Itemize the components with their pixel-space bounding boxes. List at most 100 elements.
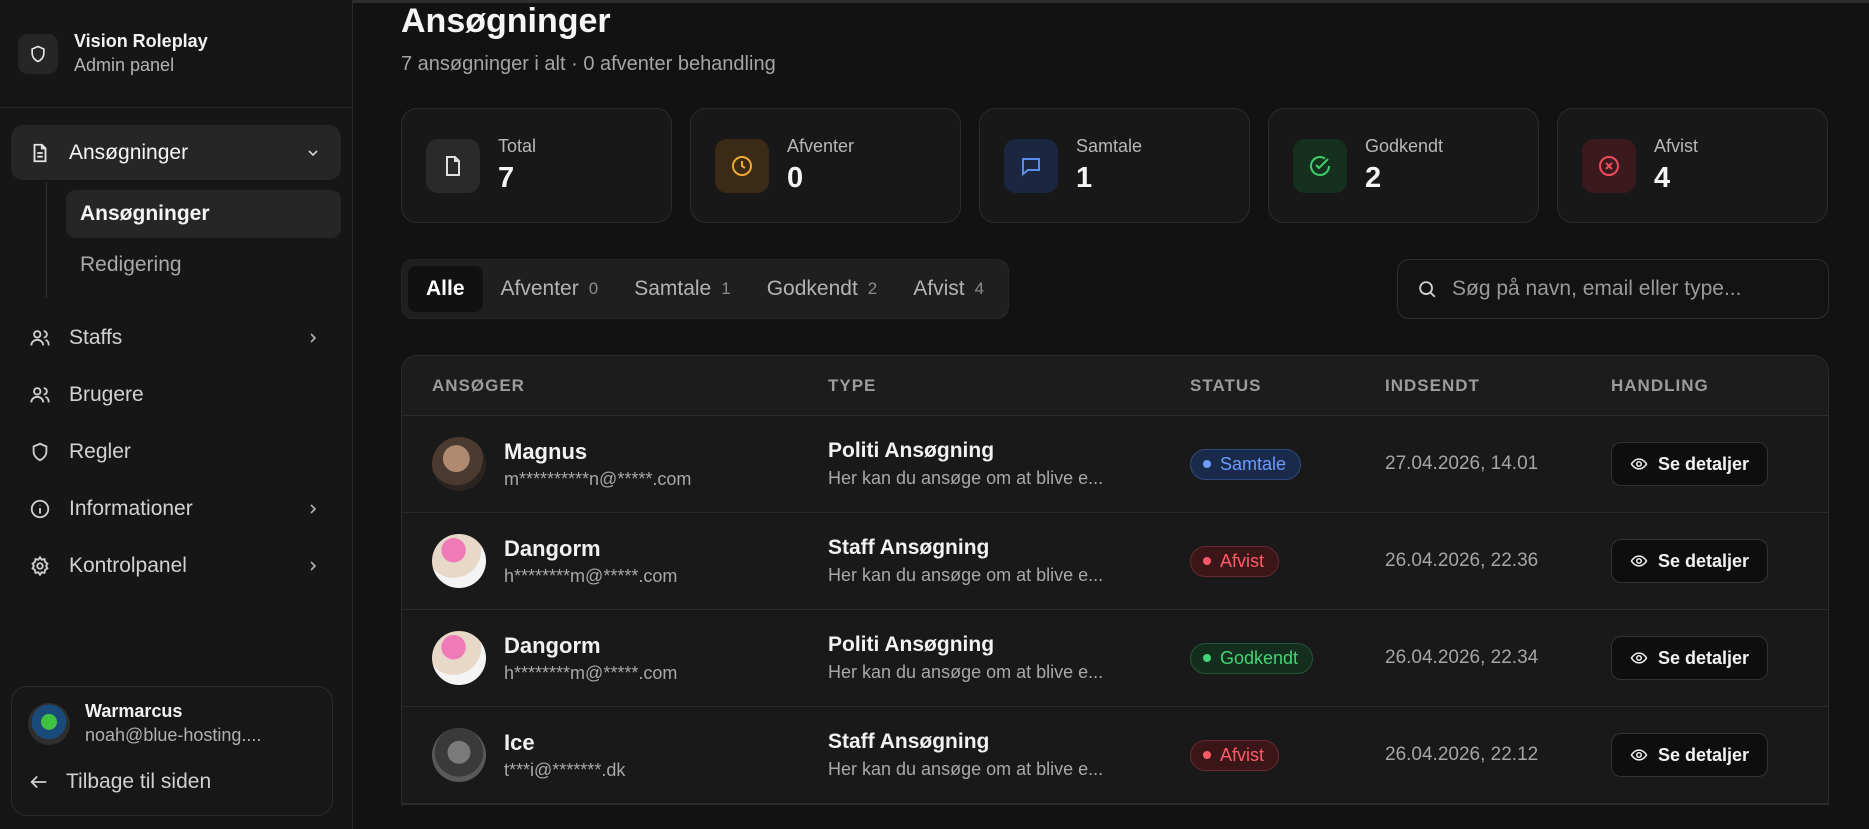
- status-badge: Afvist: [1190, 739, 1280, 771]
- applicant-cell: Dangorm h********m@*****.com: [402, 534, 828, 588]
- chevron-right-icon: [305, 557, 323, 575]
- user-info[interactable]: Warmarcus noah@blue-hosting....: [28, 701, 316, 746]
- status-dot: [1203, 460, 1211, 468]
- status-dot: [1203, 654, 1211, 662]
- tab-samtale[interactable]: Samtale 1: [616, 266, 749, 312]
- view-details-button[interactable]: Se detaljer: [1611, 636, 1769, 680]
- status-badge: Afvist: [1190, 545, 1280, 577]
- applicant-name: Dangorm: [504, 535, 601, 561]
- search-icon: [1416, 278, 1438, 300]
- sidebar-subitem-redigering[interactable]: Redigering: [66, 241, 341, 289]
- submitted-date: 26.04.2026, 22.34: [1385, 647, 1539, 668]
- application-type: Politi Ansøgning: [828, 439, 995, 462]
- sidebar-subitem-ansogninger[interactable]: Ansøgninger: [66, 190, 341, 238]
- search-box: [1397, 259, 1829, 319]
- sidebar-item-staffs[interactable]: Staffs: [11, 310, 341, 365]
- stat-value: 1: [1076, 162, 1093, 194]
- column-header-type: TYPE: [828, 375, 877, 395]
- user-email: noah@blue-hosting....: [85, 725, 262, 745]
- avatar: [28, 702, 70, 745]
- applicant-name: Dangorm: [504, 632, 601, 658]
- status-dot: [1203, 751, 1211, 759]
- chevron-right-icon: [305, 329, 323, 347]
- sidebar-item-regler[interactable]: Regler: [11, 424, 341, 479]
- stat-card-afventer: Afventer 0: [690, 108, 961, 223]
- user-card: Warmarcus noah@blue-hosting.... Tilbage …: [11, 686, 333, 816]
- application-description: Her kan du ansøge om at blive e...: [828, 759, 1104, 779]
- view-details-label: Se detaljer: [1658, 550, 1750, 571]
- tab-label: Afvist: [913, 277, 965, 300]
- stat-label: Godkendt: [1365, 136, 1444, 156]
- search-input[interactable]: [1452, 277, 1810, 301]
- tab-count: 2: [867, 279, 878, 298]
- tab-godkendt[interactable]: Godkendt 2: [749, 266, 896, 312]
- action-cell: Se detaljer: [1611, 636, 1828, 680]
- submitted-date: 27.04.2026, 14.01: [1385, 453, 1539, 474]
- status-cell: Afvist: [1190, 739, 1385, 771]
- view-details-label: Se detaljer: [1658, 453, 1750, 474]
- action-cell: Se detaljer: [1611, 733, 1828, 777]
- tab-count: 4: [974, 279, 985, 298]
- status-dot: [1203, 557, 1211, 565]
- sidebar-item-label: Staffs: [69, 325, 123, 349]
- view-details-button[interactable]: Se detaljer: [1611, 539, 1769, 583]
- table-row: Ice t***i@*******.dk Staff Ansøgning Her…: [402, 707, 1828, 804]
- tab-alle[interactable]: Alle: [408, 266, 483, 312]
- chevron-down-icon: [305, 144, 323, 162]
- applicant-cell: Magnus m**********n@*****.com: [402, 437, 828, 491]
- view-details-button[interactable]: Se detaljer: [1611, 442, 1769, 486]
- applicant-cell: Ice t***i@*******.dk: [402, 728, 828, 782]
- brand-name: Vision Roleplay: [74, 31, 208, 51]
- applications-table: ANSØGER TYPE STATUS INDSENDT HANDLING Ma…: [401, 355, 1829, 805]
- sidebar-item-label: Kontrolpanel: [69, 553, 187, 577]
- sidebar-item-ansogninger[interactable]: Ansøgninger: [11, 125, 341, 180]
- status-cell: Godkendt: [1190, 642, 1385, 674]
- stat-card-samtale: Samtale 1: [979, 108, 1250, 223]
- column-header-indsendt: INDSENDT: [1385, 375, 1480, 395]
- view-details-button[interactable]: Se detaljer: [1611, 733, 1769, 777]
- top-divider: [353, 0, 1869, 3]
- stat-label: Afventer: [787, 136, 855, 156]
- brand-subtitle: Admin panel: [74, 55, 175, 75]
- tab-label: Godkendt: [766, 277, 858, 300]
- sidebar-item-informationer[interactable]: Informationer: [11, 481, 341, 536]
- action-cell: Se detaljer: [1611, 539, 1828, 583]
- info-icon: [29, 497, 53, 521]
- stat-card-afvist: Afvist 4: [1557, 108, 1828, 223]
- sidebar-item-kontrolpanel[interactable]: Kontrolpanel: [11, 538, 341, 593]
- status-badge: Samtale: [1190, 448, 1302, 480]
- tab-afventer[interactable]: Afventer 0: [483, 266, 617, 312]
- type-cell: Staff Ansøgning Her kan du ansøge om at …: [828, 536, 1190, 586]
- tab-afvist[interactable]: Afvist 4: [895, 266, 1002, 312]
- user-name: Warmarcus: [85, 701, 183, 721]
- arrow-left-icon: [28, 771, 50, 793]
- clock-icon: [715, 138, 769, 193]
- sidebar: Vision Roleplay Admin panel Ansøgninger …: [0, 0, 353, 829]
- type-cell: Politi Ansøgning Her kan du ansøge om at…: [828, 633, 1190, 683]
- tab-label: Alle: [426, 277, 465, 300]
- filter-row: Alle Afventer 0 Samtale 1 Godkendt 2 Afv…: [401, 259, 1829, 319]
- file-icon: [426, 138, 480, 193]
- sidebar-nav: Ansøgninger Ansøgninger Redigering Staff…: [0, 108, 352, 593]
- application-description: Her kan du ansøge om at blive e...: [828, 565, 1104, 585]
- applicant-email: h********m@*****.com: [504, 662, 678, 683]
- table-row: Dangorm h********m@*****.com Staff Ansøg…: [402, 513, 1828, 610]
- applicant-cell: Dangorm h********m@*****.com: [402, 631, 828, 685]
- sidebar-item-label: Regler: [69, 439, 131, 463]
- table-row: Magnus m**********n@*****.com Politi Ans…: [402, 416, 1828, 513]
- check-circle-icon: [1293, 138, 1347, 193]
- stat-label: Afvist: [1654, 136, 1699, 156]
- sidebar-item-brugere[interactable]: Brugere: [11, 367, 341, 422]
- avatar: [432, 728, 486, 782]
- back-to-site-link[interactable]: Tilbage til siden: [28, 770, 316, 794]
- sidebar-item-label: Brugere: [69, 382, 144, 406]
- column-header-ansoger: ANSØGER: [432, 375, 525, 395]
- application-type: Staff Ansøgning: [828, 536, 990, 559]
- stat-card-total: Total 7: [401, 108, 672, 223]
- back-to-site-label: Tilbage til siden: [66, 770, 212, 793]
- brand: Vision Roleplay Admin panel: [0, 0, 352, 108]
- stat-label: Samtale: [1076, 136, 1143, 156]
- table-row: Dangorm h********m@*****.com Politi Ansø…: [402, 610, 1828, 707]
- applicant-email: m**********n@*****.com: [504, 468, 692, 489]
- tab-label: Afventer: [500, 277, 579, 300]
